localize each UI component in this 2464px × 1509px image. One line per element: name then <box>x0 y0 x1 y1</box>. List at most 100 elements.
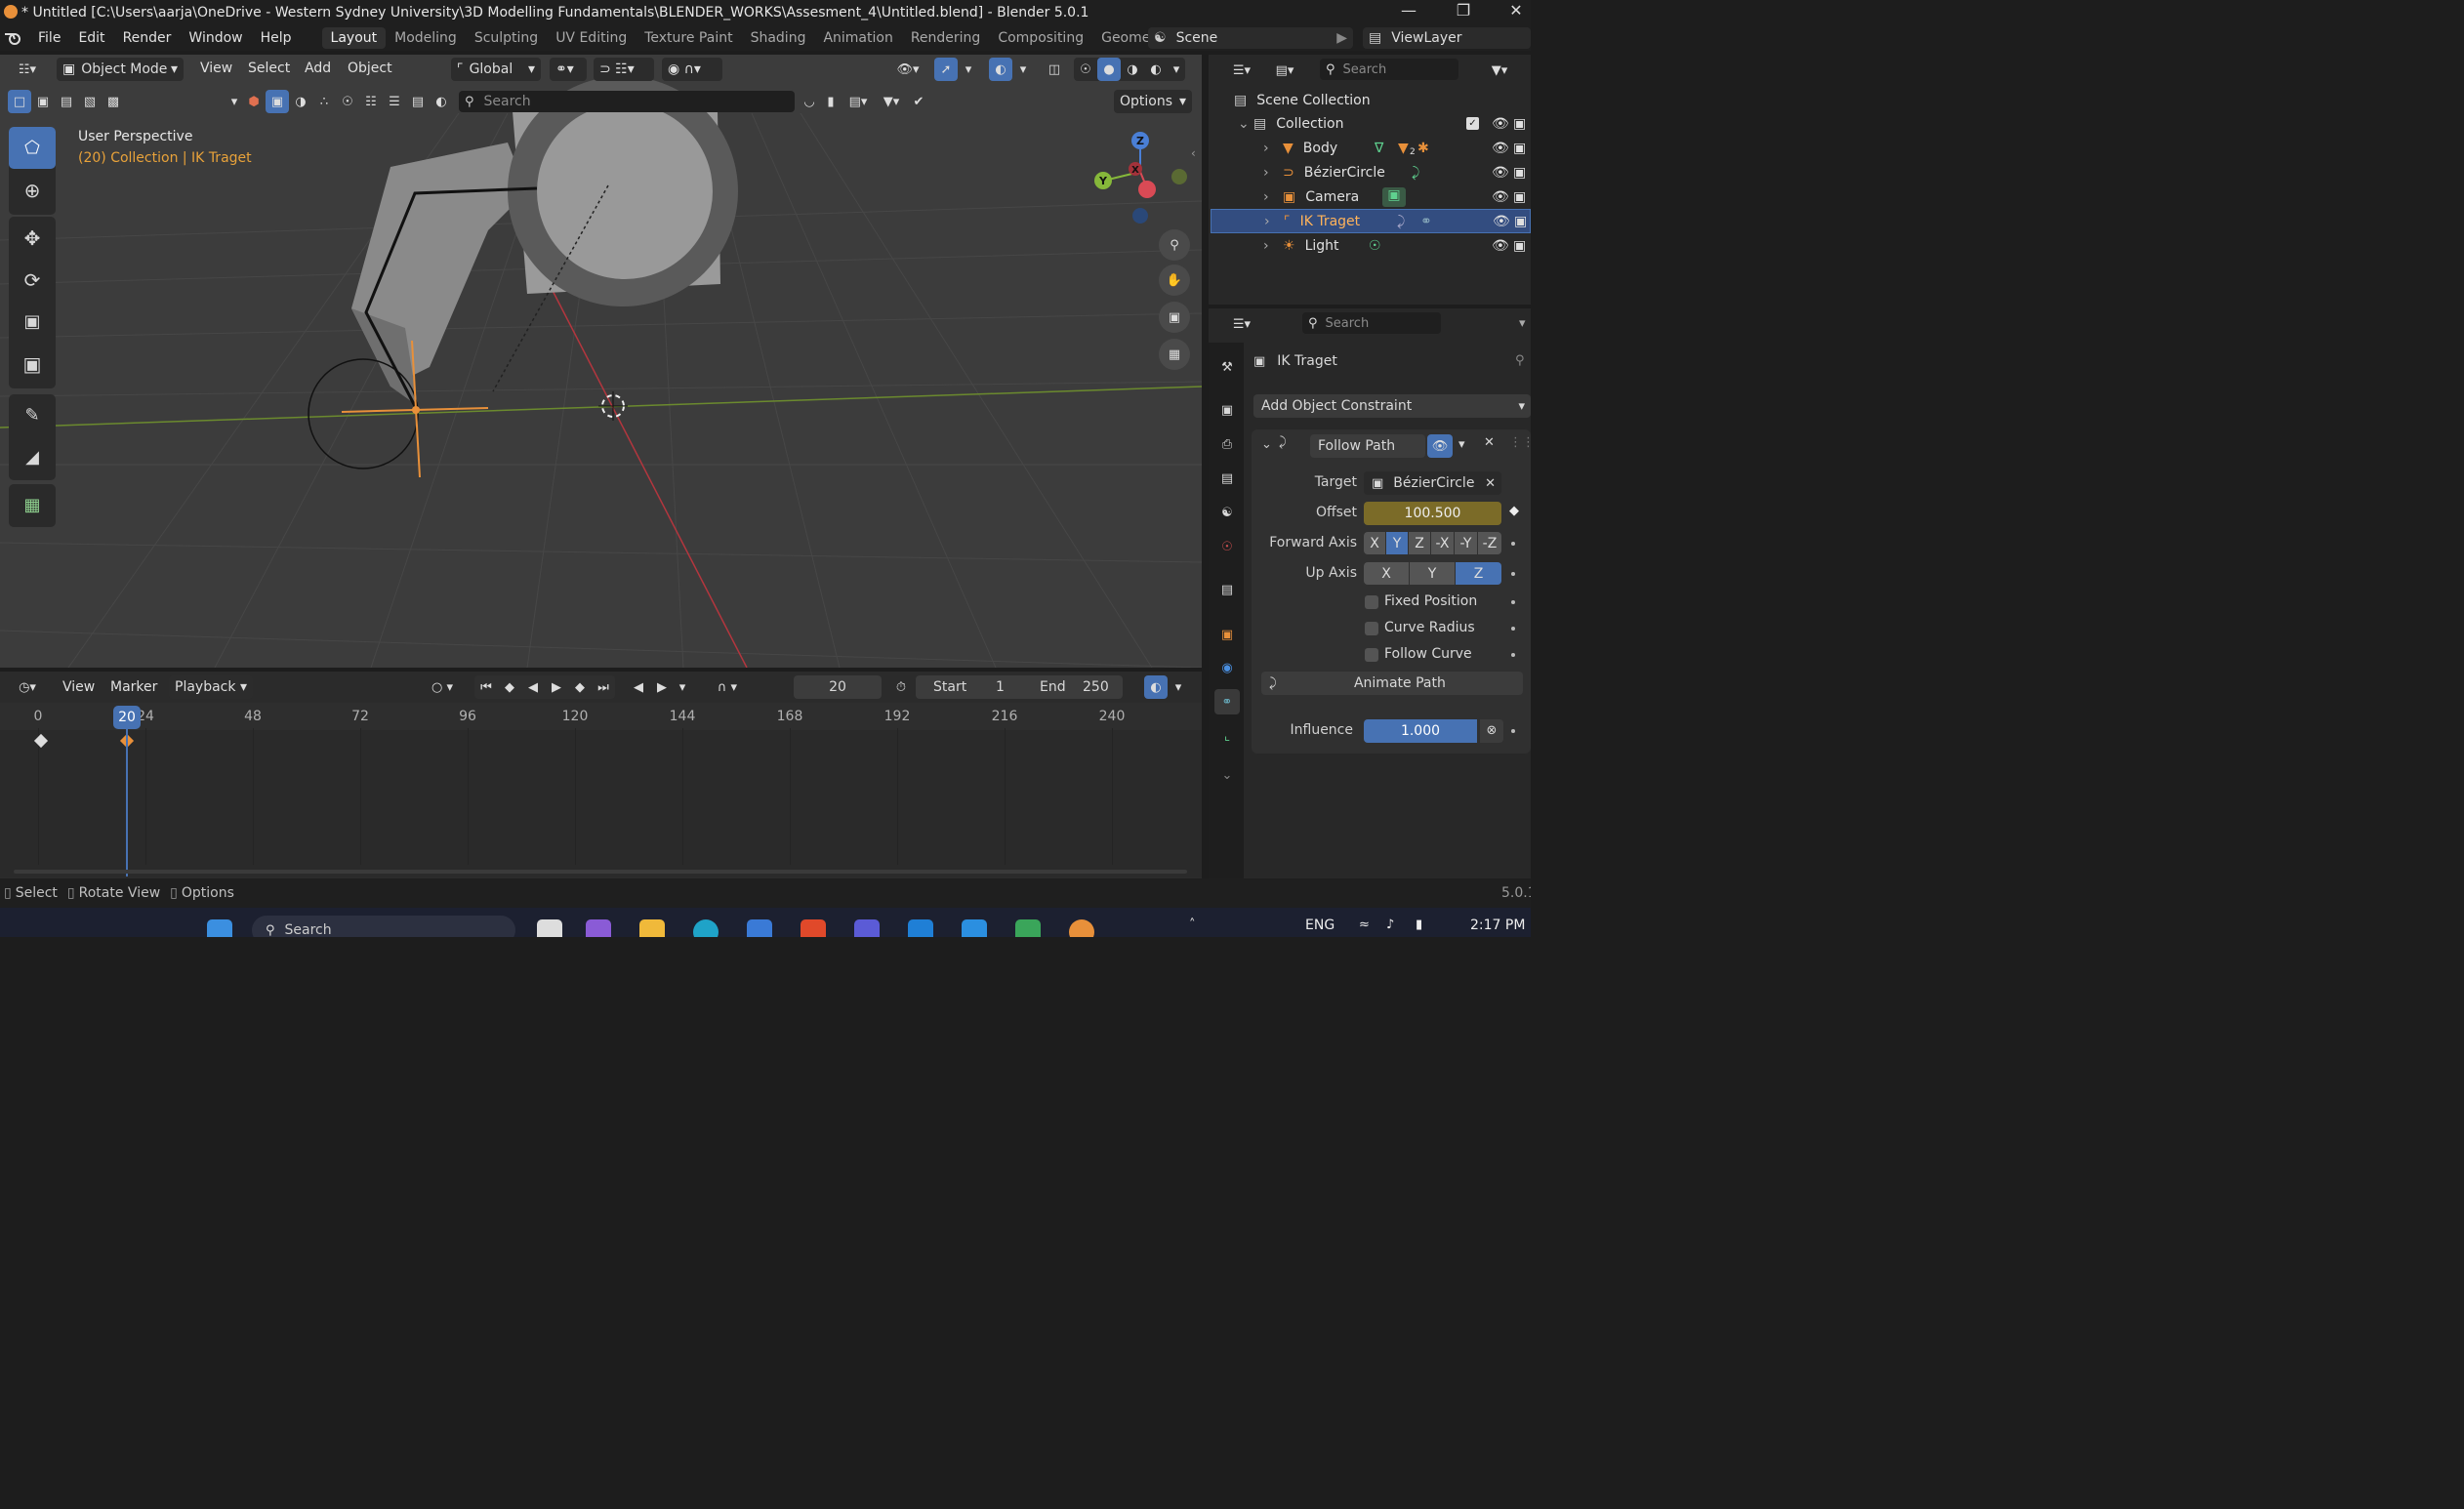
tab-compositing[interactable]: Compositing <box>989 27 1092 49</box>
forward-axis-z[interactable]: Z <box>1409 532 1430 554</box>
keyframe-diamond-icon[interactable]: ◆ <box>1509 504 1519 518</box>
blender-taskbar-icon[interactable] <box>1069 919 1094 937</box>
windows-start-icon[interactable] <box>207 919 232 937</box>
outliner-search-field[interactable]: ⚲ Search <box>1320 59 1458 80</box>
volume-icon[interactable]: ♪ <box>1386 918 1394 932</box>
filter-globe-icon[interactable]: ☉ <box>336 90 359 113</box>
constraint-tab-icon[interactable]: ⚭ <box>1214 689 1240 714</box>
show-hidden-icons[interactable]: ˄ <box>1189 918 1196 932</box>
zoom-icon[interactable]: ⚲ <box>1159 229 1190 261</box>
timeline-scrollbar[interactable] <box>14 870 1187 874</box>
visibility-eye-icon[interactable]: 👁 <box>1493 214 1510 229</box>
world-tab-icon[interactable]: ☉ <box>1214 534 1240 559</box>
scene-collection-row[interactable]: ▤ Scene Collection <box>1209 88 1531 112</box>
pan-hand-icon[interactable]: ✋ <box>1159 265 1190 296</box>
sidebar-toggle-icon[interactable]: ‹ <box>1191 146 1196 160</box>
tab-rendering[interactable]: Rendering <box>902 27 990 49</box>
menu-help[interactable]: Help <box>252 30 301 46</box>
visibility-eye-icon[interactable]: 👁 <box>1492 165 1509 181</box>
visibility-eye-icon[interactable]: 👁 <box>1492 141 1509 156</box>
rotate-tool-icon[interactable]: ⟳ <box>9 259 56 301</box>
animate-dot-icon[interactable] <box>1511 627 1515 631</box>
render-camera-icon[interactable]: ▣ <box>1513 116 1526 132</box>
playhead-line[interactable] <box>126 718 128 877</box>
measure-tool-icon[interactable]: ◢ <box>9 436 56 478</box>
viewport-menu-add[interactable]: Add <box>296 61 340 76</box>
object-filter-icon[interactable]: ⬢ <box>242 90 266 113</box>
pin-icon[interactable]: ▶ <box>1336 30 1347 46</box>
fixed-position-checkbox[interactable] <box>1365 595 1378 609</box>
tab-uv-editing[interactable]: UV Editing <box>547 27 636 49</box>
snap-toggle[interactable]: ⊃ ☷▾ <box>594 58 654 81</box>
add-object-constraint-button[interactable]: Add Object Constraint ▾ <box>1253 394 1531 418</box>
brave-browser-icon[interactable] <box>801 919 826 937</box>
outliner-filter-icon[interactable]: ▼▾ <box>1480 59 1519 82</box>
material-shading-icon[interactable]: ◑ <box>1121 58 1144 81</box>
close-icon[interactable]: ✕ <box>1484 435 1495 450</box>
animate-dot-icon[interactable] <box>1511 600 1515 604</box>
filter-stack-icon[interactable]: ☰ <box>383 90 406 113</box>
visibility-eye-icon[interactable]: 👁 <box>1492 189 1509 205</box>
scale-tool-icon[interactable]: ▣ <box>9 301 56 343</box>
menu-file[interactable]: File <box>29 30 69 46</box>
outliner-item-camera[interactable]: › ▣ Camera ▣ 👁 ▣ <box>1209 184 1531 209</box>
expand-arrow-icon[interactable]: › <box>1263 238 1283 254</box>
select-intersect-icon[interactable]: ▩ <box>102 90 125 113</box>
bowl-icon[interactable]: ◡ <box>799 90 820 113</box>
tab-animation[interactable]: Animation <box>814 27 901 49</box>
filter-layers-icon[interactable]: ▤ <box>406 90 430 113</box>
rendered-shading-icon[interactable]: ◐ <box>1144 58 1168 81</box>
select-extend-icon[interactable]: ▣ <box>31 90 55 113</box>
battery-icon[interactable]: ▮ <box>1416 918 1422 932</box>
more-tabs-icon[interactable]: ⌄ <box>1214 762 1240 788</box>
copilot-icon[interactable] <box>586 919 611 937</box>
follow-curve-checkbox[interactable] <box>1365 648 1378 662</box>
animate-dot-icon[interactable] <box>1511 542 1515 546</box>
forward-axis-neg-y[interactable]: -Y <box>1455 532 1477 554</box>
tool-tab-icon[interactable]: ⚒ <box>1214 354 1240 380</box>
expand-arrow-icon[interactable]: ⌄ <box>1238 116 1253 132</box>
transform-tool-icon[interactable]: ▣ <box>9 343 56 385</box>
tab-shading[interactable]: Shading <box>742 27 815 49</box>
select-difference-icon[interactable]: ▧ <box>78 90 102 113</box>
animate-dot-icon[interactable] <box>1511 653 1515 657</box>
camera-view-icon[interactable]: ▣ <box>1159 302 1190 333</box>
vpn-app-icon[interactable] <box>854 919 880 937</box>
clock-time[interactable]: 2:17 PM <box>1470 918 1525 933</box>
menu-window[interactable]: Window <box>180 30 251 46</box>
notes-app-icon[interactable] <box>908 919 933 937</box>
hierarchy-icon[interactable]: ▤▾ <box>842 90 875 113</box>
up-axis-x[interactable]: X <box>1364 562 1409 585</box>
target-field[interactable]: ▣ BézierCircle ✕ <box>1364 471 1501 495</box>
add-cube-tool-icon[interactable]: ▦ <box>9 484 56 526</box>
render-tab-icon[interactable]: ▣ <box>1214 397 1240 423</box>
output-tab-icon[interactable]: ⎙ <box>1214 431 1240 457</box>
outliner-editor-type-icon[interactable]: ☰▾ <box>1224 59 1259 82</box>
offset-field[interactable]: 100.500 <box>1364 502 1501 525</box>
solid-shading-icon[interactable]: ● <box>1097 58 1121 81</box>
network-icon[interactable]: ≈ <box>1359 918 1370 932</box>
bookmark-icon[interactable]: ▮ <box>820 90 842 113</box>
annotate-tool-icon[interactable]: ✎ <box>9 394 56 436</box>
object-tab-icon[interactable]: ▣ <box>1214 622 1240 647</box>
visibility-eye-icon[interactable]: 👁 <box>1492 116 1509 132</box>
visibility-eye-icon[interactable]: 👁 <box>1492 238 1509 254</box>
outliner-item-beziercircle[interactable]: › ⊃ BézierCircle ⤸ 👁 ▣ <box>1209 160 1531 184</box>
filter-particles-icon[interactable]: ∴ <box>312 90 336 113</box>
proportional-edit-toggle[interactable]: ◉ ∩▾ <box>662 58 722 81</box>
properties-editor-type-icon[interactable]: ☰▾ <box>1224 312 1259 336</box>
up-axis-y[interactable]: Y <box>1410 562 1455 585</box>
playhead-frame-indicator[interactable]: 20 <box>113 706 141 729</box>
select-new-icon[interactable]: □ <box>8 90 31 113</box>
task-view-icon[interactable] <box>537 919 562 937</box>
wireframe-shading-icon[interactable]: ☉ <box>1074 58 1097 81</box>
menu-render[interactable]: Render <box>114 30 181 46</box>
influence-slider[interactable]: 1.000 <box>1364 719 1477 743</box>
viewport-search-field[interactable]: ⚲ Search <box>459 91 795 112</box>
gizmo-toggle[interactable]: ➚ <box>934 58 958 81</box>
visibility-icon[interactable]: 👁▾ <box>890 58 925 81</box>
expand-arrow-icon[interactable]: › <box>1263 165 1283 181</box>
tab-modeling[interactable]: Modeling <box>386 27 466 49</box>
scene-selector[interactable]: ☯ Scene ▶ <box>1148 27 1353 49</box>
viewport-menu-object[interactable]: Object <box>339 61 401 76</box>
